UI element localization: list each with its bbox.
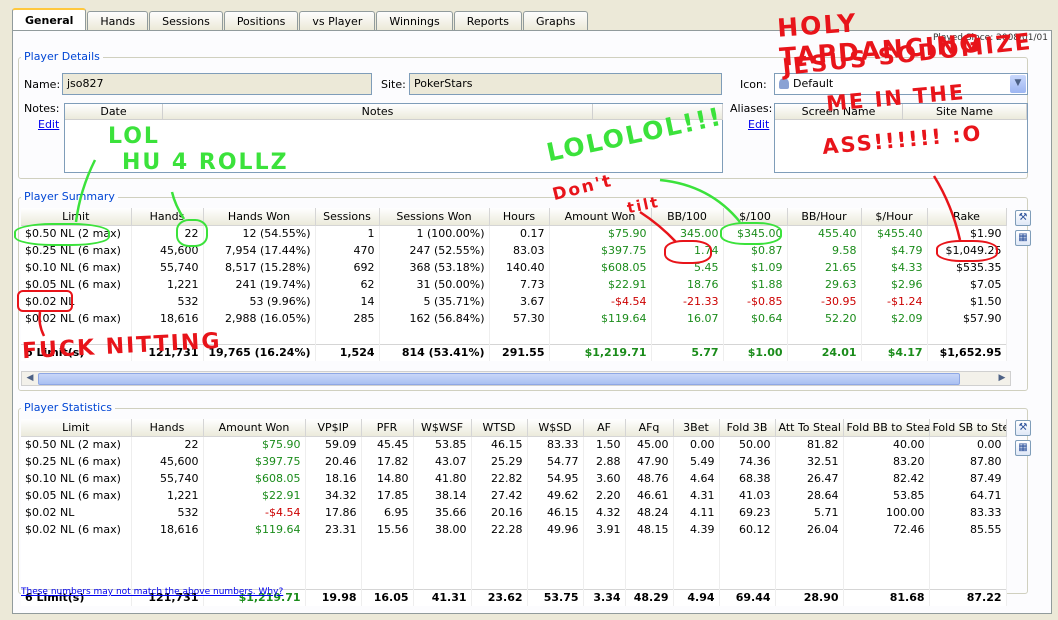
stroke-hu-to-hands <box>170 191 186 220</box>
stroke-lololol-to-rate <box>659 178 741 223</box>
stroke-fuck-to-limit <box>38 311 46 337</box>
stroke-ass-to-rake <box>932 175 962 241</box>
annotation-strokes <box>38 159 962 337</box>
stroke-lol-to-limit <box>74 159 97 223</box>
stroke-tilt-to-bb100 <box>639 210 677 243</box>
